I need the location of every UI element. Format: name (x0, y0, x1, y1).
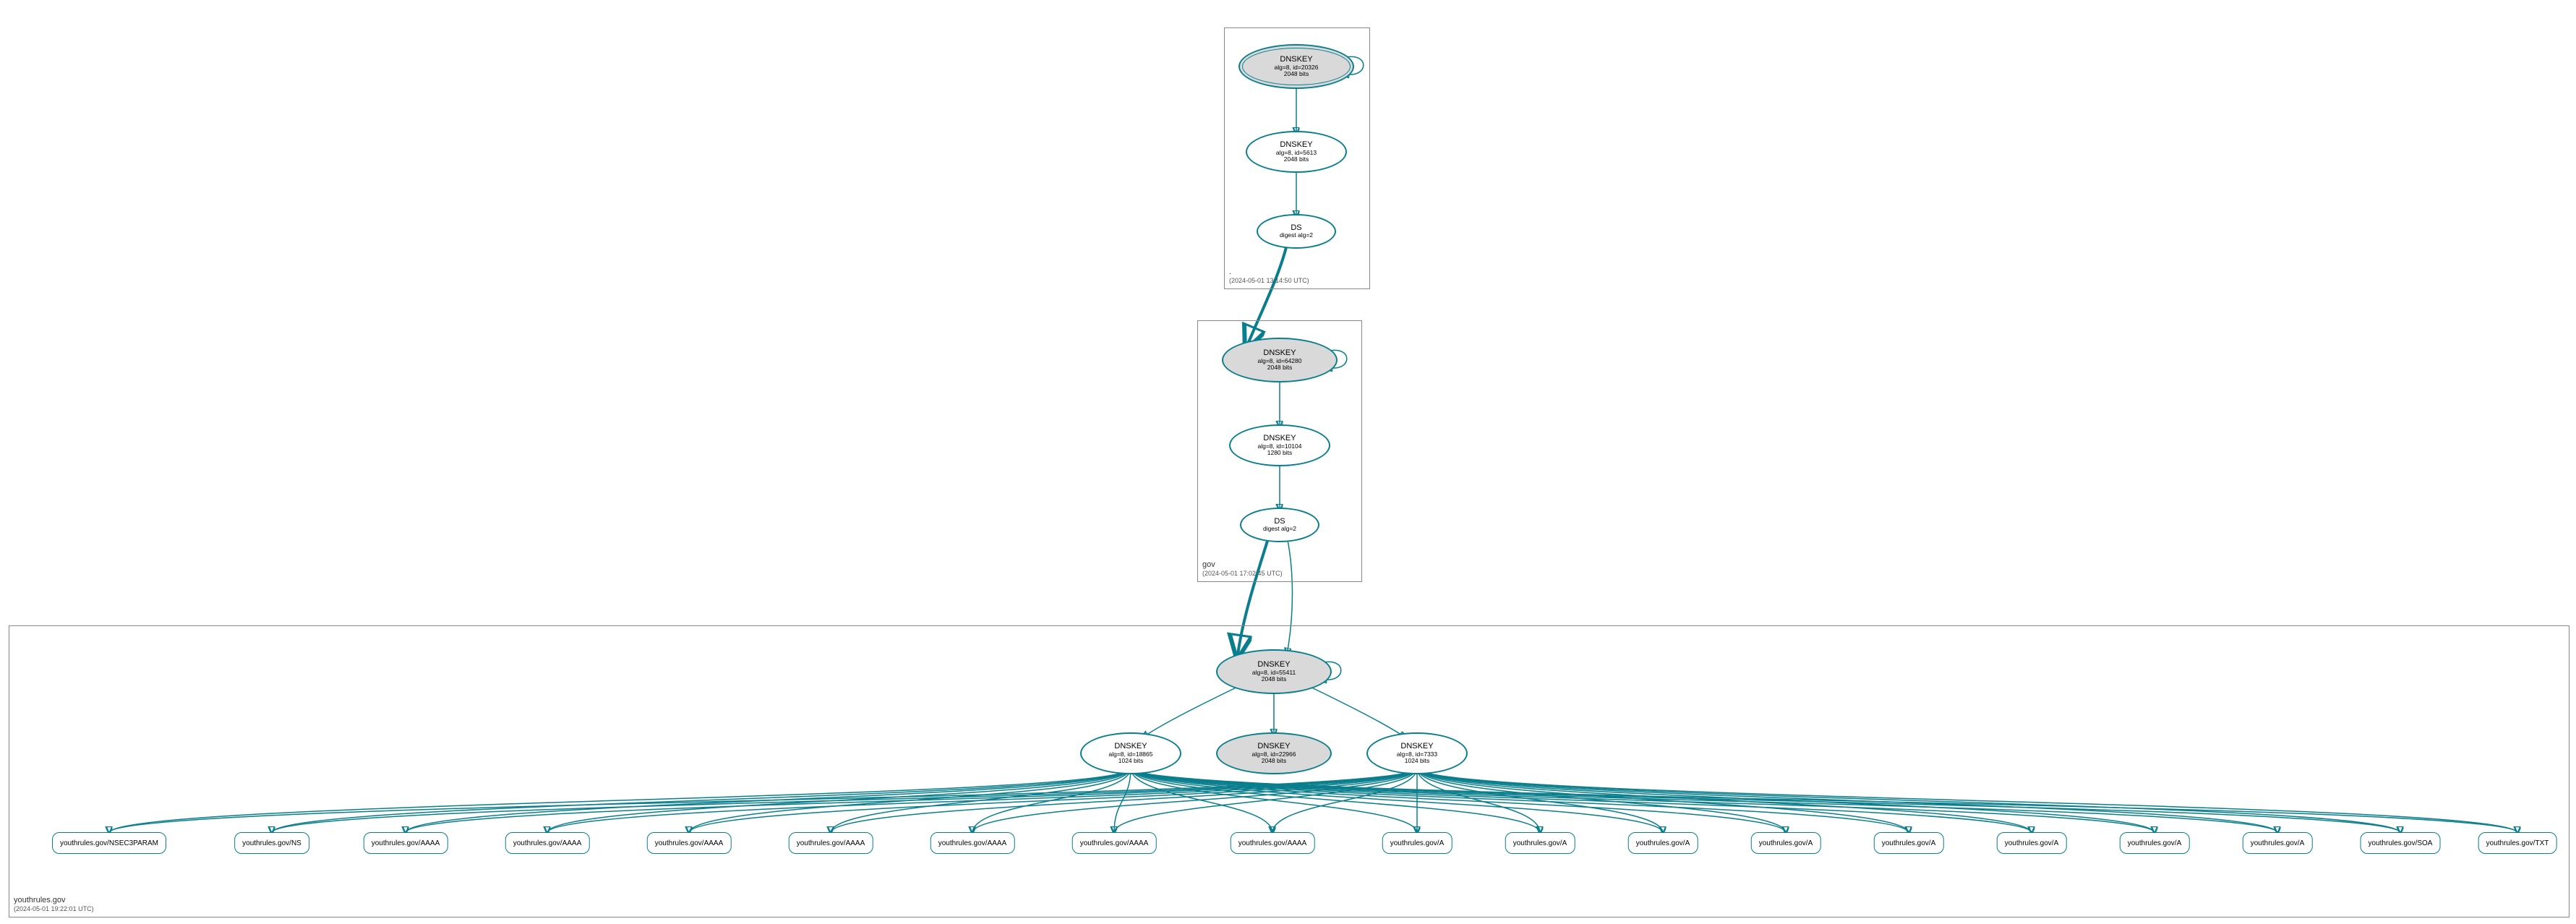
domain-ksk-title: DNSKEY (1257, 660, 1290, 670)
root-zsk: DNSKEY alg=8, id=5613 2048 bits (1246, 131, 1347, 173)
zone-root-ts: (2024-05-01 13:14:50 UTC) (1229, 277, 1309, 286)
rrset-node: youthrules.gov/A (2243, 832, 2313, 854)
domain-zsk-c: DNSKEY alg=8, id=7333 1024 bits (1366, 732, 1468, 774)
rrset-label: youthrules.gov/AAAA (797, 839, 865, 847)
rrset-node: youthrules.gov/NSEC3PARAM (52, 832, 166, 854)
domain-ksk-l2: 2048 bits (1262, 676, 1287, 683)
domain-zsk-a: DNSKEY alg=8, id=18865 1024 bits (1080, 732, 1181, 774)
rrset-node: youthrules.gov/AAAA (364, 832, 448, 854)
rrset-label: youthrules.gov/AAAA (513, 839, 582, 847)
rrset-node: youthrules.gov/AAAA (930, 832, 1015, 854)
root-ksk-l2: 2048 bits (1284, 71, 1309, 78)
rrset-label: youthrules.gov/NS (242, 839, 301, 847)
domain-zsk-c-title: DNSKEY (1400, 742, 1433, 751)
rrset-label: youthrules.gov/A (1759, 839, 1813, 847)
rrset-label: youthrules.gov/A (1390, 839, 1445, 847)
rrset-node: youthrules.gov/A (1382, 832, 1452, 854)
gov-ksk-title: DNSKEY (1263, 348, 1296, 358)
zone-gov-ts: (2024-05-01 17:02:45 UTC) (1202, 570, 1283, 578)
rrset-node: youthrules.gov/AAAA (647, 832, 732, 854)
gov-ds-l1: digest alg=2 (1263, 526, 1296, 533)
zone-domain-ts: (2024-05-01 19:22:01 UTC) (14, 905, 94, 914)
rrset-node: youthrules.gov/AAAA (505, 832, 590, 854)
rrset-label: youthrules.gov/A (1513, 839, 1567, 847)
rrset-node: youthrules.gov/A (1997, 832, 2067, 854)
gov-zsk-l2: 1280 bits (1267, 450, 1293, 457)
root-ksk-title: DNSKEY (1280, 55, 1312, 64)
rrset-label: youthrules.gov/A (2128, 839, 2182, 847)
domain-zsk-c-l2: 1024 bits (1405, 758, 1430, 765)
rrset-node: youthrules.gov/NS (234, 832, 309, 854)
root-ksk: DNSKEY alg=8, id=20326 2048 bits (1238, 44, 1354, 89)
rrset-label: youthrules.gov/TXT (2486, 839, 2549, 847)
root-ds-l1: digest alg=2 (1280, 232, 1313, 239)
domain-zsk-b: DNSKEY alg=8, id=22966 2048 bits (1216, 732, 1332, 774)
rrset-label: youthrules.gov/AAAA (372, 839, 440, 847)
root-zsk-l2: 2048 bits (1284, 156, 1309, 163)
zone-domain-name: youthrules.gov (14, 895, 94, 905)
rrset-node: youthrules.gov/A (1505, 832, 1575, 854)
zone-root-label: . (2024-05-01 13:14:50 UTC) (1229, 267, 1309, 286)
gov-ds: DS digest alg=2 (1240, 508, 1319, 542)
domain-zsk-a-l2: 1024 bits (1118, 758, 1144, 765)
rrset-label: youthrules.gov/AAAA (938, 839, 1007, 847)
domain-ksk: DNSKEY alg=8, id=55411 2048 bits (1216, 649, 1332, 694)
gov-zsk: DNSKEY alg=8, id=10104 1280 bits (1229, 424, 1330, 466)
gov-zsk-title: DNSKEY (1263, 434, 1296, 443)
rrset-label: youthrules.gov/AAAA (1238, 839, 1307, 847)
rrset-label: youthrules.gov/AAAA (655, 839, 724, 847)
zone-gov-label: gov (2024-05-01 17:02:45 UTC) (1202, 560, 1283, 578)
rrset-node: youthrules.gov/A (1751, 832, 1821, 854)
root-zsk-title: DNSKEY (1280, 140, 1312, 150)
rrset-node: youthrules.gov/A (2120, 832, 2190, 854)
rrset-label: youthrules.gov/A (1882, 839, 1936, 847)
rrset-node: youthrules.gov/AAAA (1231, 832, 1315, 854)
rrset-node: youthrules.gov/AAAA (789, 832, 873, 854)
rrset-node: youthrules.gov/A (1628, 832, 1698, 854)
zone-gov-name: gov (1202, 560, 1283, 570)
rrset-node: youthrules.gov/A (1874, 832, 1944, 854)
zone-domain-label: youthrules.gov (2024-05-01 19:22:01 UTC) (14, 895, 94, 914)
domain-zsk-b-title: DNSKEY (1257, 742, 1290, 751)
rrset-label: youthrules.gov/A (2005, 839, 2059, 847)
dnssec-graph: . (2024-05-01 13:14:50 UTC) DNSKEY alg=8… (0, 0, 2576, 924)
rrset-node: youthrules.gov/SOA (2361, 832, 2441, 854)
rrset-label: youthrules.gov/SOA (2369, 839, 2433, 847)
rrset-label: youthrules.gov/A (1636, 839, 1690, 847)
domain-zsk-a-title: DNSKEY (1114, 742, 1147, 751)
rrset-node: youthrules.gov/TXT (2478, 832, 2557, 854)
rrset-label: youthrules.gov/AAAA (1080, 839, 1149, 847)
rrset-node: youthrules.gov/AAAA (1072, 832, 1157, 854)
rrset-label: youthrules.gov/A (2251, 839, 2305, 847)
zone-root-name: . (1229, 267, 1309, 277)
root-ds: DS digest alg=2 (1257, 214, 1336, 249)
gov-ksk-l2: 2048 bits (1267, 364, 1293, 372)
rrset-label: youthrules.gov/NSEC3PARAM (60, 839, 158, 847)
domain-zsk-b-l2: 2048 bits (1262, 758, 1287, 765)
gov-ksk: DNSKEY alg=8, id=64280 2048 bits (1222, 338, 1338, 382)
